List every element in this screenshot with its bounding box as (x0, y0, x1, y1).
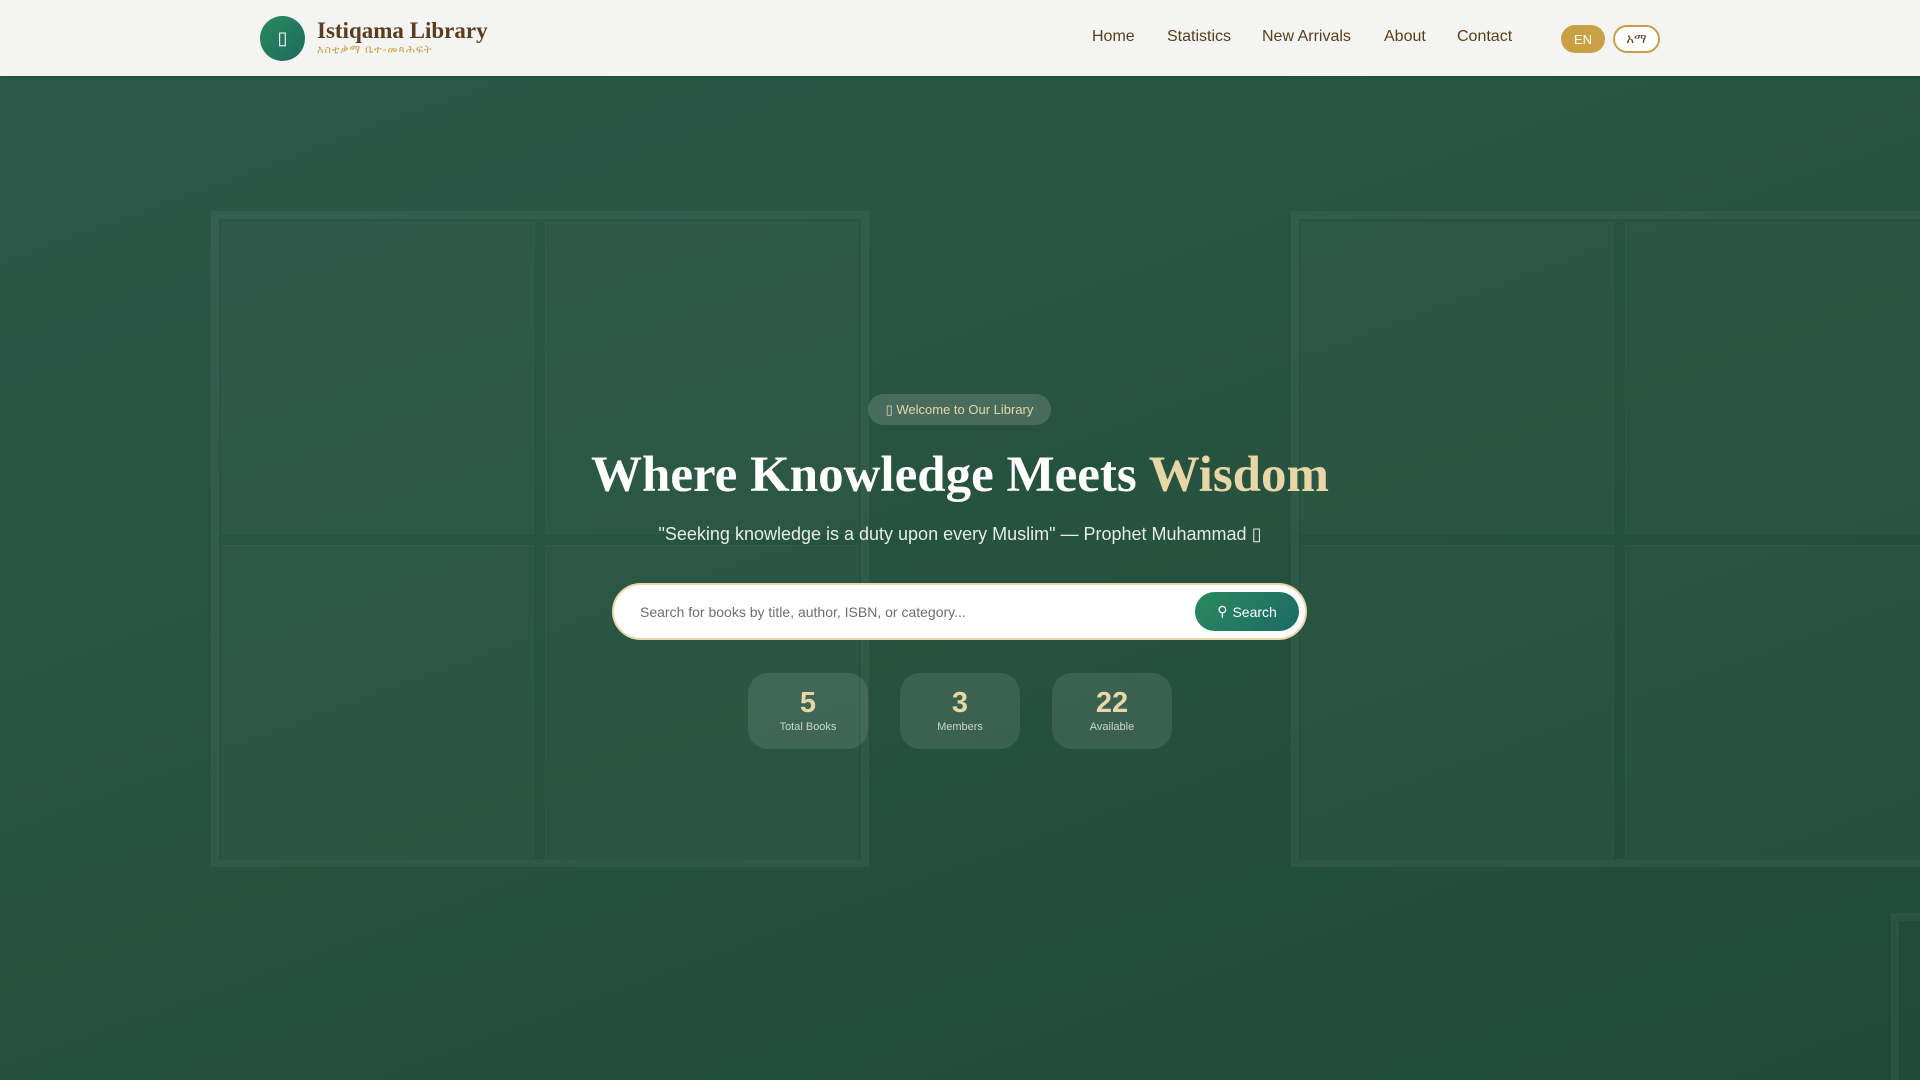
welcome-badge: ▯ Welcome to Our Library (868, 394, 1051, 425)
hero-title-accent: Wisdom (1148, 447, 1330, 503)
hero-section: ▯ Welcome to Our Library Where Knowledge… (0, 76, 1920, 1080)
stat-value: 5 (799, 687, 817, 719)
search-bar: ⚲Search (612, 583, 1307, 640)
decorative-pane (222, 545, 534, 858)
stat-value: 22 (1095, 687, 1129, 719)
decorative-pane (1625, 545, 1920, 858)
brand-title[interactable]: Istiqama Library (317, 18, 488, 44)
decorative-pane (1301, 545, 1614, 858)
hero-quote-text: "Seeking knowledge is a duty upon every … (658, 524, 1247, 544)
nav-statistics[interactable]: Statistics (1167, 28, 1231, 46)
hero-title-main: Where Knowledge Meets (590, 447, 1137, 503)
stat-label: Members (937, 721, 983, 733)
hero-quote: "Seeking knowledge is a duty upon every … (0, 524, 1920, 545)
decorative-window-corner (1891, 913, 1920, 1080)
brand-subtitle: እስቲቃማ ቤተ-መጻሕፍት (317, 44, 433, 56)
search-button[interactable]: ⚲ Search (1195, 592, 1299, 631)
search-input[interactable] (640, 599, 1160, 625)
nav-new-arrivals[interactable]: New Arrivals (1262, 28, 1351, 46)
nav-contact[interactable]: Contact (1457, 28, 1512, 46)
navbar: ▯ Istiqama Library እስቲቃማ ቤተ-መጻሕፍት Home S… (0, 0, 1920, 76)
nav-about[interactable]: About (1384, 28, 1426, 46)
nav-home[interactable]: Home (1092, 28, 1135, 46)
book-icon: ▯ (885, 401, 897, 417)
welcome-badge-text: Welcome to Our Library (896, 402, 1034, 417)
lang-am-button[interactable]: አማ (1613, 25, 1660, 53)
stat-value: 3 (951, 687, 969, 719)
lang-en-button[interactable]: EN (1561, 25, 1605, 53)
honorific-icon: ▯ (1251, 524, 1262, 544)
search-button-label: Search (1232, 603, 1277, 620)
stat-available: 22 Available (1052, 673, 1172, 749)
search-icon: ⚲ (1217, 603, 1228, 619)
hero-title: Where Knowledge Meets Wisdom (0, 446, 1920, 504)
stat-members: 3 Members (900, 673, 1020, 749)
stat-label: Available (1089, 721, 1135, 733)
stat-label: Total Books (779, 721, 837, 733)
logo-book-icon[interactable]: ▯ (260, 16, 305, 61)
stat-total-books: 5 Total Books (748, 673, 868, 749)
